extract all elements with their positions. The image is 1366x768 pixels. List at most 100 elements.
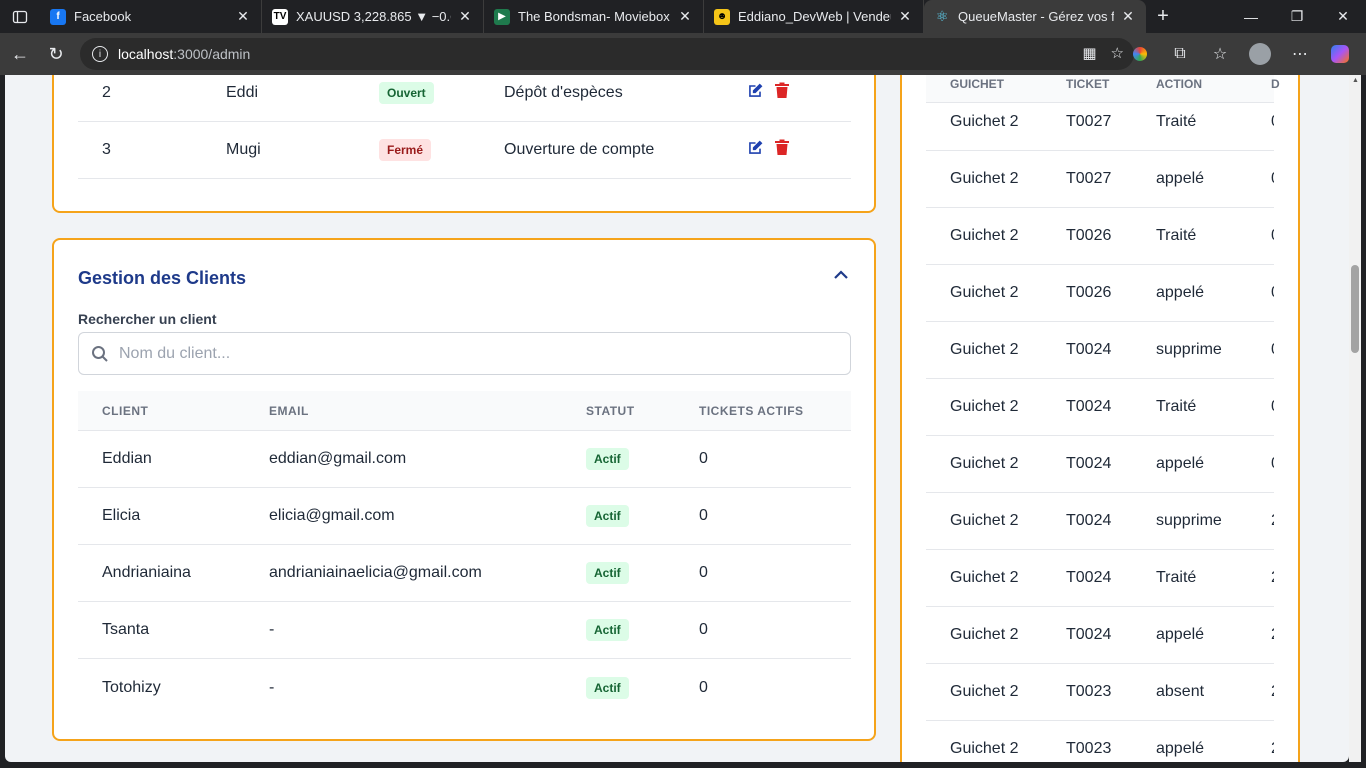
browser-tab[interactable]: TV XAUUSD 3,228.865 ▼ −0.66% ✕ [262, 0, 484, 33]
info-icon[interactable]: i [92, 46, 108, 62]
history-row: Guichet 2 T0024 supprime 2 [926, 493, 1274, 550]
col-date: D [1271, 77, 1280, 91]
edit-icon[interactable] [747, 139, 764, 161]
client-tickets: 0 [699, 507, 708, 524]
window-bottom-edge [0, 762, 1366, 768]
history-ticket: T0026 [1066, 284, 1112, 301]
history-action: appelé [1156, 740, 1205, 757]
favorites-icon[interactable]: ☆ [1202, 36, 1238, 72]
history-date: 0 [1271, 170, 1274, 188]
history-guichet: Guichet 2 [950, 284, 1019, 301]
history-action: Traité [1156, 113, 1197, 130]
status-badge: Fermé [379, 139, 432, 161]
maximize-icon[interactable]: ❐ [1274, 0, 1320, 33]
extensions-icon[interactable]: ⧉ [1162, 36, 1198, 72]
trash-icon[interactable] [775, 82, 789, 104]
history-row: Guichet 2 T0023 appelé 2 [926, 721, 1274, 762]
browser-toolbar: ← ↻ i localhost:3000/admin ▦ ☆ ⧉ ☆ ⋯ [0, 33, 1366, 75]
client-email: - [269, 621, 275, 638]
status-badge: Actif [586, 448, 629, 470]
history-row: Guichet 2 T0024 appelé 0 [926, 436, 1274, 493]
profile-avatar[interactable] [1242, 36, 1278, 72]
reload-icon[interactable]: ↻ [38, 36, 74, 72]
history-date: 0 [1271, 398, 1274, 416]
clients-card: Gestion des Clients Rechercher un client… [52, 238, 876, 741]
scroll-up-icon[interactable]: ▲ [1352, 77, 1359, 84]
history-ticket: T0024 [1066, 341, 1112, 358]
search-field[interactable] [78, 332, 851, 375]
history-date: 0 [1271, 341, 1274, 359]
table-row: Andrianiaina andrianiainaelicia@gmail.co… [78, 545, 851, 602]
browser-tab-bar: f Facebook ✕ TV XAUUSD 3,228.865 ▼ −0.66… [0, 0, 1366, 33]
client-email: eddian@gmail.com [269, 450, 407, 467]
scrollbar-thumb[interactable] [1351, 265, 1359, 353]
client-name: Eddian [102, 450, 152, 467]
close-icon[interactable]: ✕ [677, 8, 693, 25]
history-row: Guichet 2 T0027 appelé 0 [926, 151, 1274, 208]
history-row: Guichet 2 T0024 supprime 0 [926, 322, 1274, 379]
history-action: appelé [1156, 284, 1205, 301]
history-row: Guichet 2 T0026 Traité 0 [926, 208, 1274, 265]
extension-color-icon[interactable] [1122, 36, 1158, 72]
history-guichet: Guichet 2 [950, 683, 1019, 700]
new-tab-icon[interactable]: + [1146, 5, 1180, 28]
history-date: 2 [1271, 740, 1274, 758]
guichets-card: 2 Eddi Ouvert Dépôt d'espèces 3 Mugi Fer… [52, 75, 876, 213]
history-date: 0 [1271, 284, 1274, 302]
browser-tab[interactable]: f Facebook ✕ [40, 0, 262, 33]
close-icon[interactable]: ✕ [1120, 8, 1136, 25]
browser-tab-active[interactable]: ⚛ QueueMaster - Gérez vos files ✕ [924, 0, 1146, 33]
search-input[interactable] [119, 333, 839, 374]
tab-title: The Bondsman- Moviebox [518, 9, 670, 24]
edit-icon[interactable] [747, 82, 764, 104]
history-action: supprime [1156, 512, 1222, 529]
status-badge: Actif [586, 619, 629, 641]
history-row: Guichet 2 T0024 Traité 2 [926, 550, 1274, 607]
history-action: appelé [1156, 170, 1205, 187]
trash-icon[interactable] [775, 139, 789, 161]
history-ticket: T0023 [1066, 740, 1112, 757]
close-icon[interactable]: ✕ [457, 8, 473, 25]
clients-table-header: CLIENT EMAIL STATUT TICKETS ACTIFS [78, 391, 851, 431]
col-ticket: TICKET [1066, 77, 1110, 91]
address-bar[interactable]: i localhost:3000/admin ▦ ☆ [80, 38, 1134, 70]
history-guichet: Guichet 2 [950, 170, 1019, 187]
facebook-icon: f [50, 8, 66, 25]
history-ticket: T0024 [1066, 398, 1112, 415]
page-content: 2 Eddi Ouvert Dépôt d'espèces 3 Mugi Fer… [5, 75, 1349, 762]
page-scrollbar[interactable]: ▲ [1349, 75, 1361, 762]
row-id: 3 [102, 141, 111, 158]
close-icon[interactable]: ✕ [897, 8, 913, 25]
tab-title: QueueMaster - Gérez vos files [958, 9, 1114, 24]
history-guichet: Guichet 2 [950, 512, 1019, 529]
app-available-icon[interactable]: ▦ [1082, 44, 1096, 62]
col-action: ACTION [1156, 77, 1202, 91]
copilot-icon[interactable] [1322, 36, 1358, 72]
table-row: 3 Mugi Fermé Ouverture de compte [78, 122, 851, 179]
history-guichet: Guichet 2 [950, 455, 1019, 472]
client-name: Totohizy [102, 678, 161, 696]
toolbar-icons: ⧉ ☆ ⋯ [1122, 36, 1358, 72]
tradingview-icon: TV [272, 8, 288, 25]
back-icon[interactable]: ← [2, 36, 38, 72]
browser-tab[interactable]: ▶ The Bondsman- Moviebox ✕ [484, 0, 704, 33]
more-menu-icon[interactable]: ⋯ [1282, 36, 1318, 72]
history-row: Guichet 2 T0024 appelé 2 [926, 607, 1274, 664]
history-ticket: T0024 [1066, 455, 1112, 472]
client-name: Elicia [102, 507, 141, 524]
browser-tab[interactable]: ☻ Eddiano_DevWeb | Vendeur su ✕ [704, 0, 924, 33]
history-guichet: Guichet 2 [950, 398, 1019, 415]
history-date: 0 [1271, 227, 1274, 245]
tab-actions-icon[interactable] [0, 0, 40, 33]
history-row: Guichet 2 T0023 absent 2 [926, 664, 1274, 721]
fiverr-icon: ☻ [714, 8, 730, 25]
col-status: STATUT [586, 404, 635, 418]
window-close-icon[interactable]: ✕ [1320, 0, 1366, 33]
close-icon[interactable]: ✕ [235, 8, 251, 25]
history-action: appelé [1156, 455, 1205, 472]
chevron-up-icon[interactable] [832, 266, 850, 284]
minimize-icon[interactable]: — [1228, 0, 1274, 33]
history-action: Traité [1156, 569, 1197, 586]
client-tickets: 0 [699, 678, 708, 696]
history-ticket: T0026 [1066, 227, 1112, 244]
